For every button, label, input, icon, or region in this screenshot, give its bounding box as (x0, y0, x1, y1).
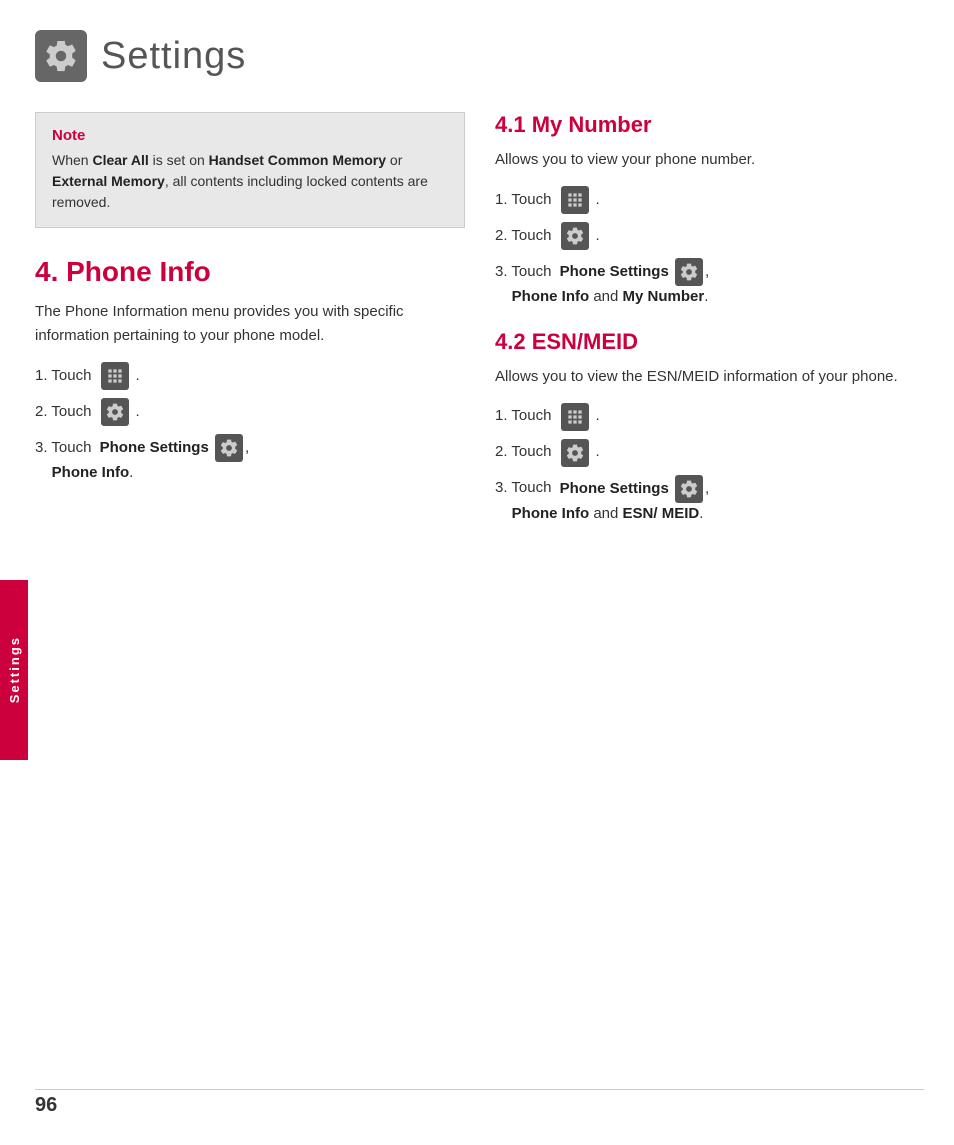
note-text: When Clear All is set on Handset Common … (52, 150, 448, 213)
left-column: Note When Clear All is set on Handset Co… (35, 112, 465, 545)
right-column: 4.1 My Number Allows you to view your ph… (495, 112, 924, 545)
header-settings-icon (35, 30, 87, 82)
step-4-1-3: 3. Touch Phone Settings , Phone Info and… (495, 258, 924, 309)
section-4-body: The Phone Information menu provides you … (35, 300, 465, 348)
gear-icon-step4-2 (101, 398, 129, 426)
section-4-1-heading: 4.1 My Number (495, 112, 924, 138)
gear-icon-4-2-3 (675, 475, 703, 503)
page-header: Settings (35, 30, 924, 82)
step-4-1-1: 1. Touch . (495, 186, 924, 214)
section-4-1-steps: 1. Touch . 2. Touch . (495, 186, 924, 309)
section-4-heading: 4. Phone Info (35, 256, 465, 288)
apps-icon-4-1-1 (561, 186, 589, 214)
section-4-2-body: Allows you to view the ESN/MEID informat… (495, 365, 924, 389)
section-4-2-steps: 1. Touch . 2. Touch . (495, 403, 924, 526)
step-4-2-3: 3. Touch Phone Settings , Phone Info and… (495, 475, 924, 526)
section-4-1-body: Allows you to view your phone number. (495, 148, 924, 172)
section-4-steps: 1. Touch . 2. Touch . (35, 362, 465, 485)
step-4-3: 3. Touch Phone Settings , Phone Info. (35, 434, 465, 485)
bottom-divider (35, 1089, 924, 1090)
gear-icon-4-1-3 (675, 258, 703, 286)
page-number: 96 (35, 1094, 57, 1117)
step-4-2: 2. Touch . (35, 398, 465, 426)
step-4-1: 1. Touch . (35, 362, 465, 390)
apps-icon-step4-1 (101, 362, 129, 390)
step-4-2-1: 1. Touch . (495, 403, 924, 431)
note-title: Note (52, 127, 448, 144)
step-4-1-2: 2. Touch . (495, 222, 924, 250)
sidebar-tab: Settings (0, 580, 28, 760)
apps-icon-4-2-1 (561, 403, 589, 431)
section-4-2-heading: 4.2 ESN/MEID (495, 329, 924, 355)
page-title: Settings (101, 35, 246, 78)
sidebar-tab-label: Settings (7, 636, 22, 703)
gear-icon-4-1-2 (561, 222, 589, 250)
note-box: Note When Clear All is set on Handset Co… (35, 112, 465, 228)
gear-icon-4-2-2 (561, 439, 589, 467)
step-4-2-2: 2. Touch . (495, 439, 924, 467)
gear-icon-step4-3 (215, 434, 243, 462)
